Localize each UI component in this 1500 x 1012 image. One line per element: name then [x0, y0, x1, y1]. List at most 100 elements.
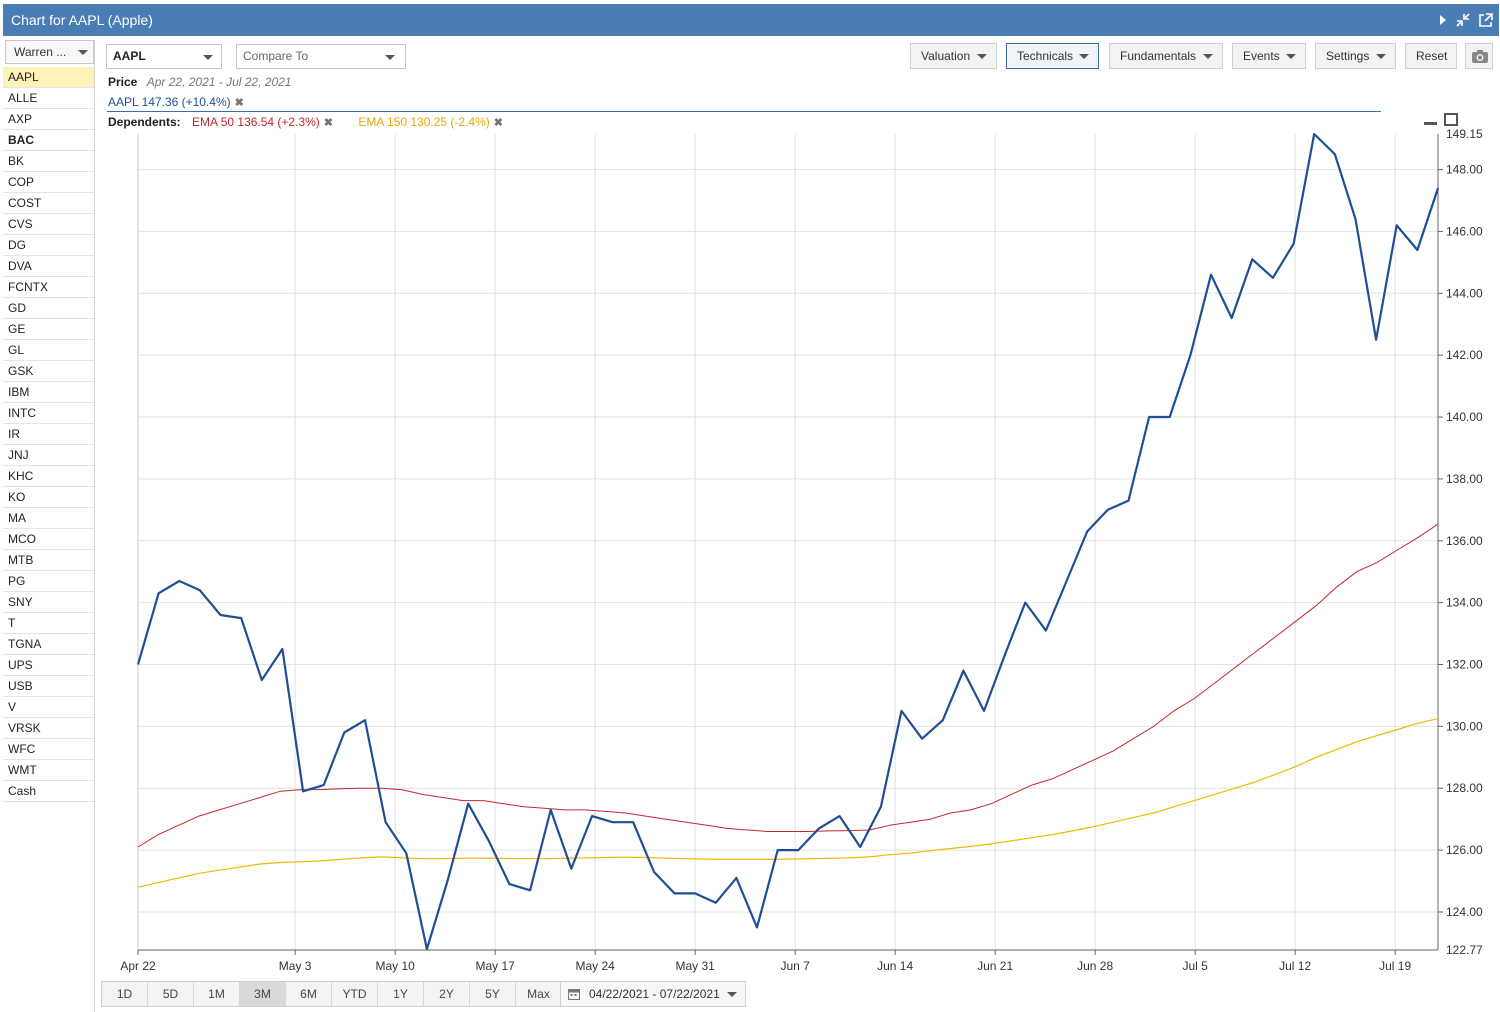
sidebar-item-ge[interactable]: GE	[3, 319, 94, 340]
y-tick-label: 132.00	[1446, 657, 1483, 671]
sidebar-item-gsk[interactable]: GSK	[3, 361, 94, 382]
symbol-list: AAPL ALLE AXP BAC BK COP COST CVS DG DVA FCNTX GD GE…	[3, 67, 94, 802]
sidebar-item-pg[interactable]: PG	[3, 571, 94, 592]
ema150-line	[137, 718, 1439, 888]
snapshot-button[interactable]	[1465, 43, 1493, 69]
shrink-icon[interactable]	[1456, 13, 1470, 27]
dependents-legend: Dependents: EMA 50 136.54 (+2.3%) ✖ EMA 1…	[108, 115, 503, 129]
sidebar-item-ma[interactable]: MA	[3, 508, 94, 529]
symbol-input[interactable]: AAPL	[106, 44, 222, 69]
aapl-price-line	[136, 132, 1440, 951]
sidebar-item-wmt[interactable]: WMT	[3, 760, 94, 781]
y-tick-label: 138.00	[1446, 472, 1483, 486]
technicals-button[interactable]: Technicals	[1006, 43, 1099, 69]
remove-series-icon[interactable]: ✖	[235, 97, 244, 109]
sidebar-item-t[interactable]: T	[3, 613, 94, 634]
chevron-down-icon	[1079, 54, 1089, 59]
y-tick-label: 140.00	[1446, 410, 1483, 424]
x-tick-label: Jun 28	[1077, 959, 1113, 973]
compare-input[interactable]: Compare To	[236, 44, 406, 69]
fundamentals-button[interactable]: Fundamentals	[1109, 43, 1223, 69]
range-button-1d[interactable]: 1D	[102, 982, 148, 1006]
sidebar-item-mco[interactable]: MCO	[3, 529, 94, 550]
price-label: Price	[108, 75, 138, 89]
camera-icon	[1472, 50, 1488, 63]
sidebar-item-dva[interactable]: DVA	[3, 256, 94, 277]
x-tick-label: Jul 19	[1379, 959, 1411, 973]
symbol-value: AAPL	[113, 49, 146, 63]
reset-button[interactable]: Reset	[1405, 43, 1457, 69]
remove-ema150-icon[interactable]: ✖	[494, 117, 503, 129]
sidebar-item-bk[interactable]: BK	[3, 151, 94, 172]
popout-icon[interactable]	[1478, 12, 1493, 28]
settings-label: Settings	[1326, 49, 1370, 63]
sidebar-item-ir[interactable]: IR	[3, 424, 94, 445]
sidebar-item-gd[interactable]: GD	[3, 298, 94, 319]
portfolio-dropdown[interactable]: Warren ...	[5, 40, 94, 64]
chevron-down-icon	[727, 992, 737, 997]
range-button-3m[interactable]: 3M	[240, 982, 286, 1006]
sidebar-item-ko[interactable]: KO	[3, 487, 94, 508]
sidebar-item-sny[interactable]: SNY	[3, 592, 94, 613]
x-tick-label: Jul 12	[1279, 959, 1311, 973]
sidebar-item-mtb[interactable]: MTB	[3, 550, 94, 571]
range-button-group: 1D 5D 1M 3M 6M YTD 1Y 2Y 5Y Max	[101, 981, 562, 1007]
sidebar-item-gl[interactable]: GL	[3, 340, 94, 361]
sidebar-item-alle[interactable]: ALLE	[3, 88, 94, 109]
events-button[interactable]: Events	[1232, 43, 1306, 69]
y-max-label: 149.15	[1446, 127, 1483, 141]
sidebar-item-axp[interactable]: AXP	[3, 109, 94, 130]
range-button-6m[interactable]: 6M	[286, 982, 332, 1006]
sidebar-item-cash[interactable]: Cash	[3, 781, 94, 802]
sidebar-item-khc[interactable]: KHC	[3, 466, 94, 487]
x-tick-label: Jun 14	[877, 959, 913, 973]
sidebar-item-dg[interactable]: DG	[3, 235, 94, 256]
sidebar-item-tgna[interactable]: TGNA	[3, 634, 94, 655]
sidebar-item-v[interactable]: V	[3, 697, 94, 718]
sidebar-item-ups[interactable]: UPS	[3, 655, 94, 676]
chevron-down-icon	[1286, 54, 1296, 59]
collapse-icon[interactable]	[1438, 14, 1448, 26]
sidebar-item-intc[interactable]: INTC	[3, 403, 94, 424]
events-label: Events	[1243, 49, 1280, 63]
technicals-label: Technicals	[1017, 49, 1074, 63]
settings-button[interactable]: Settings	[1315, 43, 1396, 69]
fundamentals-label: Fundamentals	[1120, 49, 1197, 63]
sidebar-item-cop[interactable]: COP	[3, 172, 94, 193]
sidebar-item-cost[interactable]: COST	[3, 193, 94, 214]
ema50-line	[137, 523, 1439, 848]
range-button-2y[interactable]: 2Y	[424, 982, 470, 1006]
y-tick-label: 146.00	[1446, 224, 1483, 238]
sidebar-item-ibm[interactable]: IBM	[3, 382, 94, 403]
price-chart[interactable]: 124.00 126.00 128.00 130.00 132.00 134.00 136.…	[0, 0, 1500, 1012]
date-range-picker[interactable]: 04/22/2021 - 07/22/2021	[560, 981, 746, 1007]
window-title-bar: Chart for AAPL (Apple)	[3, 4, 1499, 36]
sidebar-item-usb[interactable]: USB	[3, 676, 94, 697]
y-tick-label: 128.00	[1446, 781, 1483, 795]
sidebar-item-jnj[interactable]: JNJ	[3, 445, 94, 466]
range-button-1y[interactable]: 1Y	[378, 982, 424, 1006]
valuation-button[interactable]: Valuation	[910, 43, 997, 69]
range-button-1m[interactable]: 1M	[194, 982, 240, 1006]
sidebar-item-cvs[interactable]: CVS	[3, 214, 94, 235]
legend-divider	[107, 111, 1381, 112]
y-tick-label: 134.00	[1446, 596, 1483, 610]
plot-area	[138, 134, 1438, 950]
watchlist-sidebar: Warren ... AAPL ALLE AXP BAC BK COP COST CVS DG D…	[3, 40, 95, 1012]
sidebar-item-aapl[interactable]: AAPL	[3, 67, 94, 88]
chevron-down-icon	[385, 55, 395, 60]
sidebar-item-fcntx[interactable]: FCNTX	[3, 277, 94, 298]
range-button-5y[interactable]: 5Y	[470, 982, 516, 1006]
remove-ema50-icon[interactable]: ✖	[324, 117, 333, 129]
chevron-down-icon	[1203, 54, 1213, 59]
sidebar-item-bac[interactable]: BAC	[3, 130, 94, 151]
x-tick-label: Jul 5	[1182, 959, 1208, 973]
range-button-ytd[interactable]: YTD	[332, 982, 378, 1006]
sidebar-item-wfc[interactable]: WFC	[3, 739, 94, 760]
y-tick-label: 130.00	[1446, 719, 1483, 733]
range-button-5d[interactable]: 5D	[148, 982, 194, 1006]
date-range-text: Apr 22, 2021 - Jul 22, 2021	[146, 75, 292, 89]
sidebar-item-vrsk[interactable]: VRSK	[3, 718, 94, 739]
range-button-max[interactable]: Max	[516, 982, 561, 1006]
aapl-series-label: AAPL 147.36 (+10.4%)	[108, 95, 231, 109]
